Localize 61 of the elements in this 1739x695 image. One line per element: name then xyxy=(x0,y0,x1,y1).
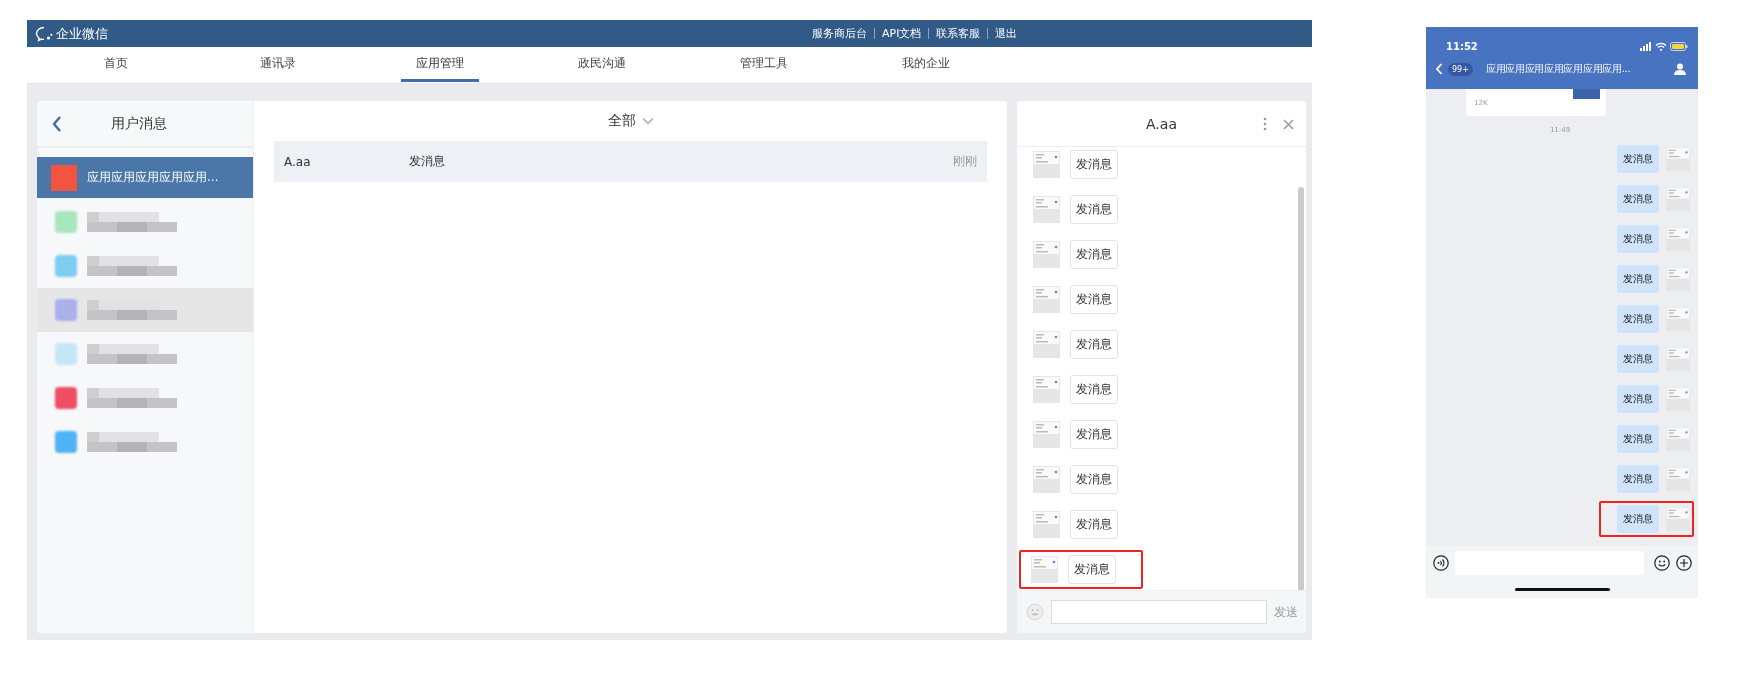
message-bubble: 发消息 xyxy=(1070,465,1118,494)
filter-label: 全部 xyxy=(607,112,636,130)
message-bubble: 发消息 xyxy=(1617,145,1659,173)
nav-tab[interactable]: 管理工具 xyxy=(683,47,845,82)
top-link[interactable]: 退出 xyxy=(988,26,1025,41)
message-bubble: 发消息 xyxy=(1070,375,1118,404)
file-icon xyxy=(1573,89,1600,99)
message-bubble: 发消息 xyxy=(1617,465,1659,493)
message-bubble: 发消息 xyxy=(1617,305,1659,333)
sidebar-item[interactable] xyxy=(37,288,253,332)
chat-bubble-icon xyxy=(35,25,53,42)
message-bubble: 发消息 xyxy=(1617,185,1659,213)
voice-icon xyxy=(1433,555,1449,571)
top-link[interactable]: API文档 xyxy=(875,26,929,41)
unread-badge: 99+ xyxy=(1448,62,1473,76)
message-row[interactable]: A.aa 发消息 刚刚 xyxy=(274,141,987,182)
message-bubble: 发消息 xyxy=(1070,195,1118,224)
nav-tab[interactable]: 首页 xyxy=(35,47,197,82)
message-bubble: 发消息 xyxy=(1070,330,1118,359)
more-icon xyxy=(1263,117,1267,131)
nav-tab[interactable]: 政民沟通 xyxy=(521,47,683,82)
message-bubble: 发消息 xyxy=(1617,425,1659,453)
message-bubble: 发消息 xyxy=(1617,505,1659,533)
signal-icon xyxy=(1640,41,1652,51)
message-bubble: 发消息 xyxy=(1617,385,1659,413)
nav-tab[interactable]: 通讯录 xyxy=(197,47,359,82)
nav-tab[interactable]: 应用管理 xyxy=(401,47,479,82)
close-icon xyxy=(1283,118,1294,130)
message-bubble: 发消息 xyxy=(1617,345,1659,373)
back-icon xyxy=(1435,63,1443,75)
message-bubble: 发消息 xyxy=(1070,285,1118,314)
top-link[interactable]: 联系客服 xyxy=(929,26,988,41)
message-text: 发消息 xyxy=(409,153,446,170)
top-link[interactable]: 服务商后台 xyxy=(805,26,874,41)
nav-tab[interactable]: 我的企业 xyxy=(845,47,1007,82)
caret-icon xyxy=(641,117,654,125)
message-input[interactable] xyxy=(1051,600,1267,624)
message-bubble: 发消息 xyxy=(1068,555,1116,584)
message-bubble: 发消息 xyxy=(1617,265,1659,293)
emoji-icon xyxy=(1654,555,1670,571)
plus-icon xyxy=(1676,555,1692,571)
filter-dropdown[interactable]: 全部 xyxy=(607,112,654,130)
chat-title: A.aa xyxy=(1146,115,1177,132)
wifi-icon xyxy=(1655,41,1667,51)
battery-icon xyxy=(1670,41,1688,51)
message-bubble: 发消息 xyxy=(1070,420,1118,449)
logo-text: 企业微信 xyxy=(56,24,108,43)
sender-name: A.aa xyxy=(284,154,312,169)
sidebar-title: 用户消息 xyxy=(110,114,168,133)
scrollbar[interactable] xyxy=(1298,187,1304,590)
status-time: 11:52 xyxy=(1446,40,1478,52)
message-time: 刚刚 xyxy=(953,153,977,170)
back-icon xyxy=(51,114,63,133)
chat-title: 应用应用应用应用应用应用应用... xyxy=(1484,62,1632,76)
person-icon xyxy=(1674,63,1686,75)
emoji-icon xyxy=(1026,603,1044,621)
message-bubble: 发消息 xyxy=(1070,510,1118,539)
message-bubble: 发消息 xyxy=(1070,150,1118,179)
message-bubble: 发消息 xyxy=(1617,225,1659,253)
message-bubble: 发消息 xyxy=(1070,240,1118,269)
sidebar-item[interactable]: 应用应用应用应用应用... xyxy=(37,157,253,198)
